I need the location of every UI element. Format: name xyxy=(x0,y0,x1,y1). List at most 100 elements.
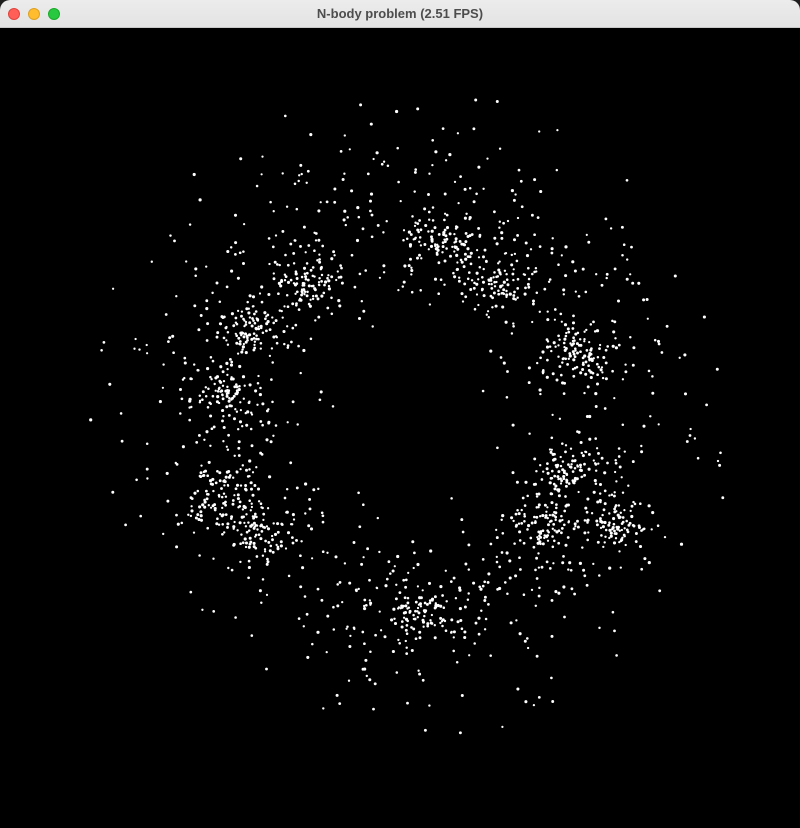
particle xyxy=(640,450,644,454)
particle xyxy=(283,342,286,346)
particle xyxy=(316,297,320,301)
particle xyxy=(607,523,611,527)
particle xyxy=(401,285,405,288)
particle xyxy=(238,251,242,255)
particle xyxy=(212,610,216,613)
particle xyxy=(608,494,611,497)
particle xyxy=(372,157,375,161)
particle xyxy=(259,386,262,390)
particle xyxy=(293,182,297,186)
particle xyxy=(363,598,367,602)
particle xyxy=(338,702,342,705)
particle xyxy=(369,650,372,654)
particle xyxy=(222,492,226,495)
simulation-canvas[interactable] xyxy=(0,28,800,828)
close-button[interactable] xyxy=(8,8,20,20)
particle xyxy=(618,465,622,469)
particle xyxy=(566,327,570,331)
particle xyxy=(385,219,388,223)
particle xyxy=(309,527,314,531)
particle xyxy=(238,521,242,525)
particle xyxy=(304,482,308,486)
particle xyxy=(563,509,567,513)
particle xyxy=(179,412,182,415)
particle xyxy=(216,389,220,393)
particle xyxy=(281,229,285,233)
particle xyxy=(395,671,399,674)
particle xyxy=(525,254,530,258)
particle xyxy=(300,172,303,176)
particle xyxy=(496,275,500,278)
particle xyxy=(423,614,426,618)
particle xyxy=(599,368,603,372)
particle xyxy=(418,672,422,676)
particle xyxy=(237,336,241,340)
particle xyxy=(291,536,294,539)
particle xyxy=(413,224,417,227)
particle xyxy=(588,437,592,441)
particle xyxy=(259,502,263,505)
particle xyxy=(598,517,602,521)
particle xyxy=(226,525,229,529)
title-bar[interactable]: N-body problem (2.51 FPS) xyxy=(0,0,800,28)
particle xyxy=(412,613,415,617)
particle xyxy=(582,568,586,572)
particle xyxy=(629,335,632,339)
particle xyxy=(515,480,519,484)
particle xyxy=(309,133,313,137)
particle xyxy=(564,245,568,249)
particle xyxy=(318,276,321,280)
particle xyxy=(564,274,568,278)
particle xyxy=(198,474,202,478)
particle xyxy=(421,678,425,682)
particle xyxy=(501,532,505,535)
particle xyxy=(230,312,234,316)
particle xyxy=(369,209,372,213)
minimize-button[interactable] xyxy=(28,8,40,20)
particle xyxy=(504,320,508,324)
particle xyxy=(427,210,431,214)
particle xyxy=(199,510,203,514)
particle xyxy=(620,476,623,479)
particle xyxy=(468,218,471,221)
particle xyxy=(614,337,617,340)
particle xyxy=(229,363,234,367)
particle xyxy=(395,109,399,114)
particle xyxy=(583,473,587,477)
particle xyxy=(190,497,194,500)
zoom-button[interactable] xyxy=(48,8,60,20)
particle xyxy=(583,391,586,395)
particle xyxy=(183,376,186,380)
particle xyxy=(218,386,221,390)
particle xyxy=(306,278,310,282)
particle xyxy=(696,456,700,460)
particle xyxy=(398,642,402,645)
particle xyxy=(272,434,275,437)
particle xyxy=(546,358,549,362)
particle xyxy=(226,522,230,526)
particle xyxy=(537,566,541,569)
particle xyxy=(510,516,514,520)
particle xyxy=(254,310,258,313)
particle xyxy=(198,198,202,202)
particle xyxy=(589,375,593,380)
particle xyxy=(235,341,239,345)
particle xyxy=(565,473,569,476)
particle xyxy=(506,283,510,287)
particle xyxy=(464,257,468,261)
particle xyxy=(375,151,379,155)
particle xyxy=(467,568,471,571)
particle xyxy=(405,237,409,240)
particle xyxy=(221,506,224,510)
particle xyxy=(443,228,447,232)
particle xyxy=(516,216,520,220)
particle xyxy=(536,216,540,219)
particle xyxy=(490,282,493,286)
particle xyxy=(578,561,582,565)
particle xyxy=(193,304,197,308)
particle xyxy=(320,598,324,602)
particle xyxy=(539,464,542,467)
particle xyxy=(271,538,274,542)
particle xyxy=(295,486,299,490)
particle xyxy=(285,294,289,297)
